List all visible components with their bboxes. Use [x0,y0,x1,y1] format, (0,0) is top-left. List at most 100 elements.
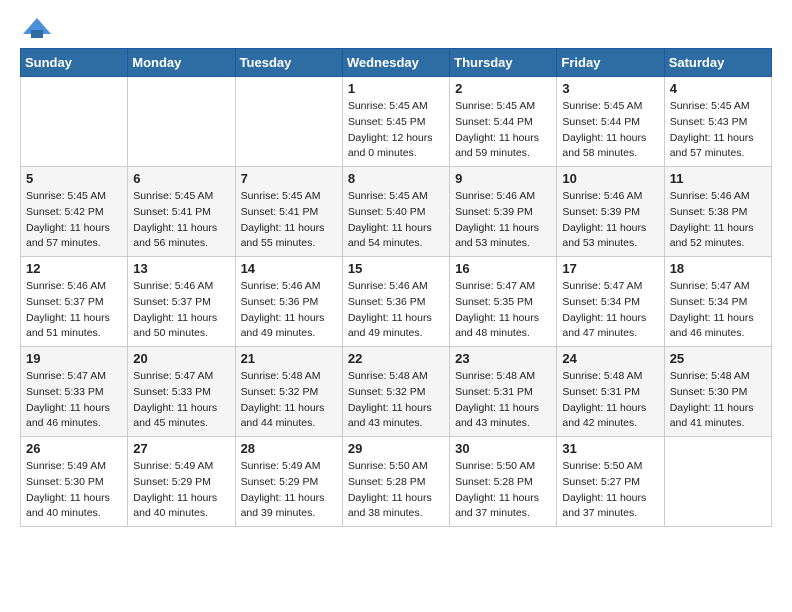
day-info: Sunrise: 5:45 AM Sunset: 5:44 PM Dayligh… [455,99,551,162]
day-number: 18 [670,261,766,276]
day-number: 31 [562,441,658,456]
day-info: Sunrise: 5:45 AM Sunset: 5:40 PM Dayligh… [348,189,444,252]
day-number: 11 [670,171,766,186]
calendar-cell: 13 Sunrise: 5:46 AM Sunset: 5:37 PM Dayli… [128,257,235,347]
day-number: 5 [26,171,122,186]
day-number: 26 [26,441,122,456]
day-number: 2 [455,81,551,96]
day-number: 9 [455,171,551,186]
calendar-cell: 26 Sunrise: 5:49 AM Sunset: 5:30 PM Dayli… [21,437,128,527]
day-info: Sunrise: 5:46 AM Sunset: 5:39 PM Dayligh… [455,189,551,252]
calendar-cell: 4 Sunrise: 5:45 AM Sunset: 5:43 PM Daylig… [664,77,771,167]
day-info: Sunrise: 5:46 AM Sunset: 5:38 PM Dayligh… [670,189,766,252]
page-header [20,20,772,38]
calendar-cell: 20 Sunrise: 5:47 AM Sunset: 5:33 PM Dayli… [128,347,235,437]
calendar-cell: 9 Sunrise: 5:46 AM Sunset: 5:39 PM Daylig… [450,167,557,257]
day-info: Sunrise: 5:48 AM Sunset: 5:32 PM Dayligh… [241,369,337,432]
calendar-day-header: Tuesday [235,49,342,77]
calendar-cell: 2 Sunrise: 5:45 AM Sunset: 5:44 PM Daylig… [450,77,557,167]
calendar-cell [128,77,235,167]
day-info: Sunrise: 5:45 AM Sunset: 5:41 PM Dayligh… [241,189,337,252]
day-number: 20 [133,351,229,366]
day-number: 24 [562,351,658,366]
calendar-week-row: 26 Sunrise: 5:49 AM Sunset: 5:30 PM Dayli… [21,437,772,527]
calendar-cell: 28 Sunrise: 5:49 AM Sunset: 5:29 PM Dayli… [235,437,342,527]
calendar-day-header: Wednesday [342,49,449,77]
calendar-cell: 30 Sunrise: 5:50 AM Sunset: 5:28 PM Dayli… [450,437,557,527]
day-number: 23 [455,351,551,366]
calendar-cell: 19 Sunrise: 5:47 AM Sunset: 5:33 PM Dayli… [21,347,128,437]
calendar-cell: 27 Sunrise: 5:49 AM Sunset: 5:29 PM Dayli… [128,437,235,527]
day-number: 12 [26,261,122,276]
day-info: Sunrise: 5:50 AM Sunset: 5:28 PM Dayligh… [348,459,444,522]
calendar-cell: 10 Sunrise: 5:46 AM Sunset: 5:39 PM Dayli… [557,167,664,257]
calendar-week-row: 19 Sunrise: 5:47 AM Sunset: 5:33 PM Dayli… [21,347,772,437]
calendar-cell: 31 Sunrise: 5:50 AM Sunset: 5:27 PM Dayli… [557,437,664,527]
day-number: 8 [348,171,444,186]
day-number: 10 [562,171,658,186]
calendar-cell: 6 Sunrise: 5:45 AM Sunset: 5:41 PM Daylig… [128,167,235,257]
day-info: Sunrise: 5:47 AM Sunset: 5:35 PM Dayligh… [455,279,551,342]
calendar-cell: 18Sunrise: 5:47 AM Sunset: 5:34 PM Dayli… [664,257,771,347]
day-number: 17 [562,261,658,276]
calendar-day-header: Friday [557,49,664,77]
day-info: Sunrise: 5:48 AM Sunset: 5:31 PM Dayligh… [455,369,551,432]
calendar-cell: 24 Sunrise: 5:48 AM Sunset: 5:31 PM Dayli… [557,347,664,437]
day-info: Sunrise: 5:45 AM Sunset: 5:43 PM Dayligh… [670,99,766,162]
calendar-cell: 21 Sunrise: 5:48 AM Sunset: 5:32 PM Dayli… [235,347,342,437]
calendar-cell: 5 Sunrise: 5:45 AM Sunset: 5:42 PM Daylig… [21,167,128,257]
day-number: 19 [26,351,122,366]
calendar-table: SundayMondayTuesdayWednesdayThursdayFrid… [20,48,772,527]
day-info: Sunrise: 5:49 AM Sunset: 5:29 PM Dayligh… [241,459,337,522]
day-info: Sunrise: 5:47 AM Sunset: 5:33 PM Dayligh… [26,369,122,432]
day-number: 13 [133,261,229,276]
day-number: 16 [455,261,551,276]
calendar-cell: 1Sunrise: 5:45 AM Sunset: 5:45 PM Daylig… [342,77,449,167]
calendar-week-row: 12 Sunrise: 5:46 AM Sunset: 5:37 PM Dayli… [21,257,772,347]
calendar-day-header: Sunday [21,49,128,77]
day-info: Sunrise: 5:46 AM Sunset: 5:36 PM Dayligh… [241,279,337,342]
day-number: 7 [241,171,337,186]
day-number: 1 [348,81,444,96]
day-info: Sunrise: 5:48 AM Sunset: 5:31 PM Dayligh… [562,369,658,432]
calendar-day-header: Thursday [450,49,557,77]
day-info: Sunrise: 5:45 AM Sunset: 5:44 PM Dayligh… [562,99,658,162]
day-number: 27 [133,441,229,456]
day-number: 14 [241,261,337,276]
day-info: Sunrise: 5:45 AM Sunset: 5:41 PM Dayligh… [133,189,229,252]
day-info: Sunrise: 5:48 AM Sunset: 5:30 PM Dayligh… [670,369,766,432]
day-info: Sunrise: 5:50 AM Sunset: 5:28 PM Dayligh… [455,459,551,522]
logo [20,20,51,38]
calendar-cell: 22Sunrise: 5:48 AM Sunset: 5:32 PM Dayli… [342,347,449,437]
day-number: 29 [348,441,444,456]
calendar-day-header: Monday [128,49,235,77]
calendar-cell: 3 Sunrise: 5:45 AM Sunset: 5:44 PM Daylig… [557,77,664,167]
day-info: Sunrise: 5:47 AM Sunset: 5:33 PM Dayligh… [133,369,229,432]
day-number: 4 [670,81,766,96]
day-number: 30 [455,441,551,456]
day-number: 6 [133,171,229,186]
day-number: 25 [670,351,766,366]
day-info: Sunrise: 5:46 AM Sunset: 5:36 PM Dayligh… [348,279,444,342]
calendar-week-row: 5 Sunrise: 5:45 AM Sunset: 5:42 PM Daylig… [21,167,772,257]
day-info: Sunrise: 5:50 AM Sunset: 5:27 PM Dayligh… [562,459,658,522]
calendar-day-header: Saturday [664,49,771,77]
day-info: Sunrise: 5:49 AM Sunset: 5:29 PM Dayligh… [133,459,229,522]
logo-icon [23,16,51,38]
calendar-header-row: SundayMondayTuesdayWednesdayThursdayFrid… [21,49,772,77]
calendar-cell [235,77,342,167]
day-info: Sunrise: 5:49 AM Sunset: 5:30 PM Dayligh… [26,459,122,522]
calendar-cell: 17Sunrise: 5:47 AM Sunset: 5:34 PM Dayli… [557,257,664,347]
day-number: 21 [241,351,337,366]
day-number: 28 [241,441,337,456]
day-info: Sunrise: 5:45 AM Sunset: 5:42 PM Dayligh… [26,189,122,252]
day-info: Sunrise: 5:46 AM Sunset: 5:37 PM Dayligh… [26,279,122,342]
day-number: 15 [348,261,444,276]
day-number: 3 [562,81,658,96]
calendar-cell: 14 Sunrise: 5:46 AM Sunset: 5:36 PM Dayli… [235,257,342,347]
calendar-cell: 7 Sunrise: 5:45 AM Sunset: 5:41 PM Daylig… [235,167,342,257]
day-info: Sunrise: 5:46 AM Sunset: 5:37 PM Dayligh… [133,279,229,342]
calendar-cell: 8 Sunrise: 5:45 AM Sunset: 5:40 PM Daylig… [342,167,449,257]
calendar-cell [664,437,771,527]
day-info: Sunrise: 5:46 AM Sunset: 5:39 PM Dayligh… [562,189,658,252]
